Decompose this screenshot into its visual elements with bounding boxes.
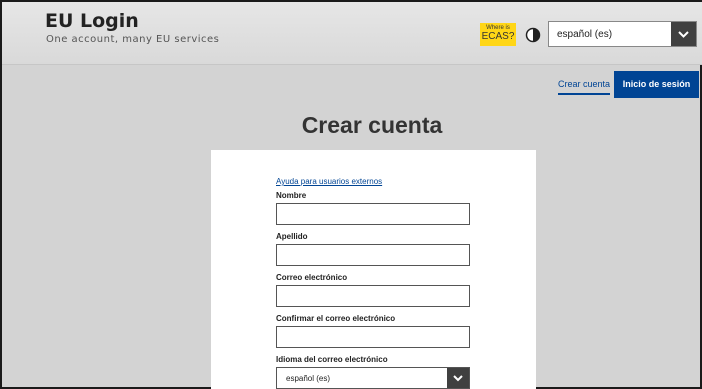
brand-subtitle: One account, many EU services (46, 34, 220, 45)
registration-form: Ayuda para usuarios externos Nombre Apel… (211, 150, 536, 389)
first-name-field[interactable] (276, 203, 470, 225)
last-name-label: Apellido (276, 232, 308, 241)
language-select[interactable]: español (es) (548, 21, 697, 47)
email-language-select[interactable]: español (es) (276, 367, 470, 389)
ecas-big-text: ECAS? (481, 31, 515, 42)
page-title: Crear cuenta (301, 112, 443, 138)
last-name-field[interactable] (276, 244, 470, 266)
language-select-value: español (es) (557, 29, 613, 40)
nav-create-account[interactable]: Crear cuenta (558, 79, 611, 95)
chevron-down-icon (671, 22, 696, 46)
confirm-email-label: Confirmar el correo electrónico (276, 314, 396, 323)
email-field[interactable] (276, 285, 470, 307)
email-label: Correo electrónico (276, 273, 348, 282)
nav-login-button[interactable]: Inicio de sesión (614, 71, 699, 98)
confirm-email-field[interactable] (276, 326, 470, 348)
chevron-down-icon (447, 368, 469, 388)
brand-title: EU Login (45, 10, 139, 32)
contrast-icon[interactable] (525, 27, 541, 43)
external-users-help-link[interactable]: Ayuda para usuarios externos (276, 177, 382, 186)
email-language-value: español (es) (286, 374, 331, 383)
browser-frame: EU Login One account, many EU services W… (0, 0, 702, 389)
first-name-label: Nombre (276, 191, 307, 200)
where-is-ecas-link[interactable]: Where is ECAS? (480, 23, 516, 46)
email-language-label: Idioma del correo electrónico (276, 355, 388, 364)
site-header: EU Login One account, many EU services W… (2, 2, 702, 65)
